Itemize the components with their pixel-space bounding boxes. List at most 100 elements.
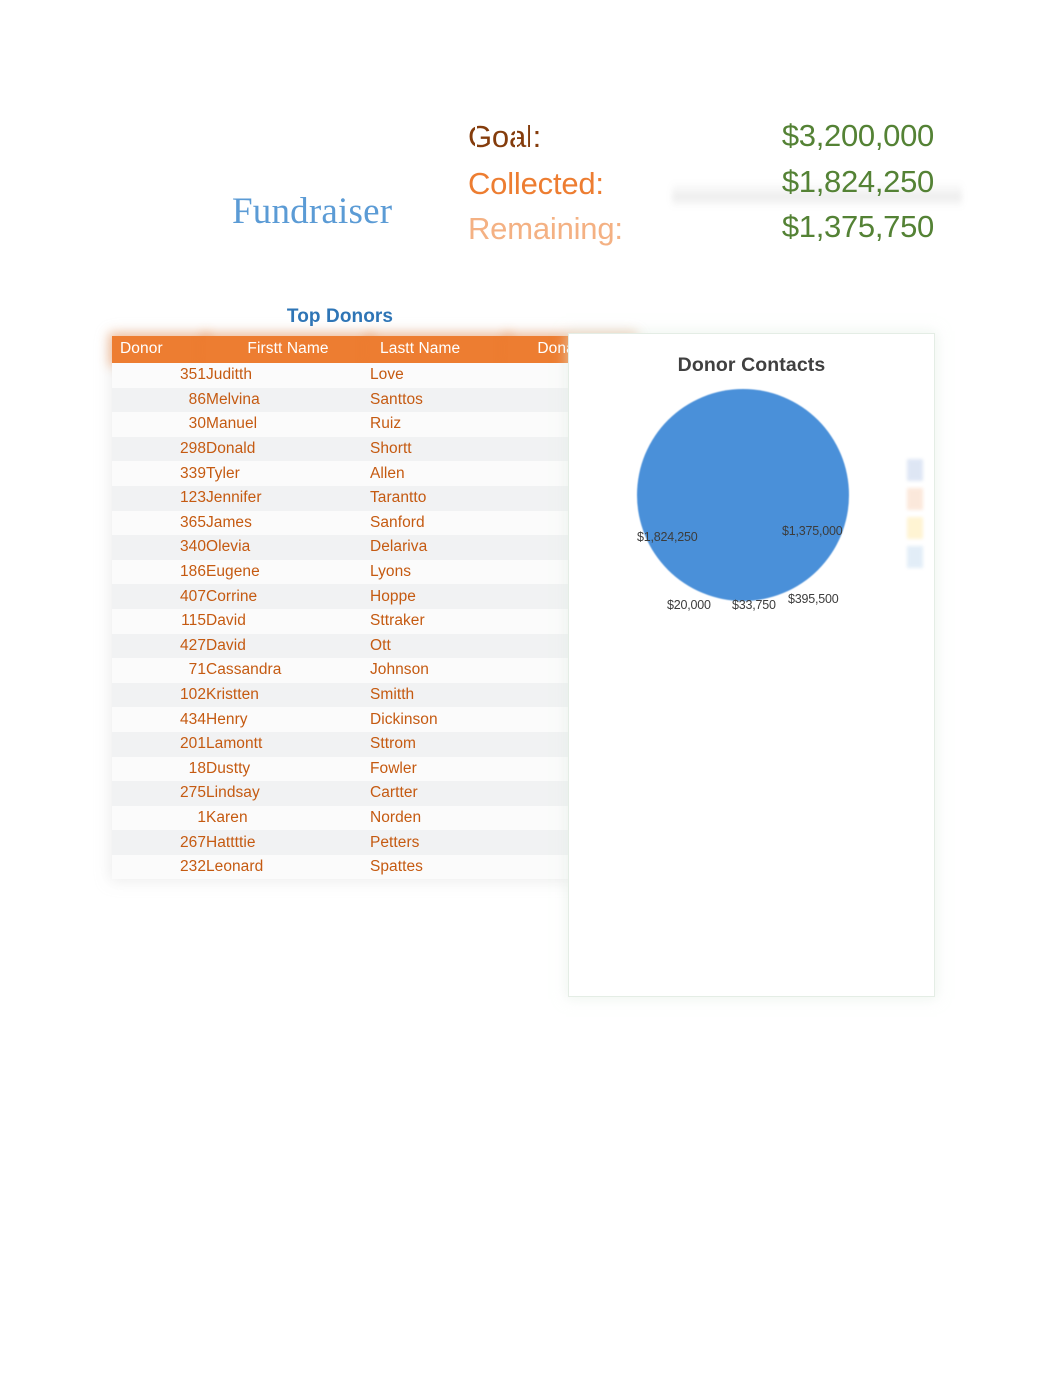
donor-id: 1: [197, 808, 206, 826]
donor-first-name: David: [206, 636, 246, 654]
donor-id: 115: [181, 612, 206, 630]
pie-label-small-b: $33,750: [732, 598, 776, 612]
table-row[interactable]: 351JuditthLove$500,000: [112, 363, 634, 388]
table-row[interactable]: 407CorrineHoppe$25,000: [112, 584, 634, 609]
goal-value: $3,200,000: [781, 118, 934, 153]
donor-id: 407: [179, 587, 206, 605]
legend-swatch-1: [907, 488, 923, 510]
table-row[interactable]: 71CassandraJohnson$10,000: [112, 658, 634, 683]
column-header-donor[interactable]: Donor: [112, 336, 206, 363]
donor-first-name: Lamontt: [206, 735, 263, 753]
donor-last-name: Sttraker: [370, 612, 425, 630]
donor-last-name: Fowler: [370, 759, 417, 777]
donor-last-name: Petters: [370, 833, 420, 851]
table-row[interactable]: 123JenniferTarantto$50,000: [112, 485, 634, 511]
donor-id: 71: [188, 661, 206, 679]
pie-chart-area: $1,824,250 $20,000 $33,750 $395,500 $1,3…: [569, 389, 934, 612]
donor-last-name: Allen: [370, 464, 405, 482]
donor-id: 30: [188, 415, 206, 433]
table-row[interactable]: 1KarenNorden$10,000: [112, 805, 634, 831]
top-donors-panel: Top Donors Donor Firstt Name Lastt Name …: [112, 306, 634, 880]
donor-first-name: Manuel: [206, 415, 258, 433]
table-row[interactable]: 232LeonardSpattes$10,000: [112, 854, 634, 880]
table-body: 351JuditthLove$500,00086MelvinaSanttos$2…: [112, 363, 634, 880]
donor-id: 340: [179, 538, 206, 556]
table-row[interactable]: 275LindsayCartter$10,000: [112, 781, 634, 806]
donor-last-name: Love: [370, 366, 404, 384]
donor-last-name: Delariva: [370, 538, 428, 556]
donor-first-name: Hattttie: [206, 833, 256, 851]
donor-first-name: David: [206, 612, 246, 630]
chart-title: Donor Contacts: [677, 354, 826, 376]
donor-last-name: Shortt: [370, 440, 412, 458]
donor-first-name: Olevia: [206, 538, 251, 556]
donor-last-name: Johnson: [370, 661, 429, 679]
table-row[interactable]: 365JamesSanford$50,000: [112, 510, 634, 536]
donor-first-name: Juditth: [206, 366, 253, 384]
donor-first-name: Jennifer: [206, 489, 262, 507]
table-row[interactable]: 298DonaldShortt$100,000: [112, 436, 634, 462]
legend-swatch-0: [907, 459, 923, 481]
donor-first-name: Donald: [206, 440, 256, 458]
column-header-first-name[interactable]: Firstt Name: [206, 336, 370, 363]
donor-first-name: Cassandra: [206, 661, 282, 679]
donor-first-name: Corrine: [206, 587, 258, 605]
table-row[interactable]: 339TylerAllen$100,000: [112, 461, 634, 486]
collected-label: Collected:: [468, 166, 604, 201]
donor-last-name: Tarantto: [370, 489, 427, 507]
donor-id: 123: [179, 489, 206, 507]
donor-id: 351: [179, 366, 206, 384]
donor-last-name: Ruiz: [370, 415, 402, 433]
donor-id: 434: [179, 710, 206, 728]
table-row[interactable]: 201LamonttSttrom$10,000: [112, 731, 634, 757]
pie-chart-graphic[interactable]: [637, 389, 849, 601]
donor-last-name: Santtos: [370, 390, 423, 408]
donor-id: 102: [179, 686, 206, 704]
remaining-value: $1,375,750: [781, 209, 934, 244]
chart-notice-clip: This chart isn't available in your versi…: [569, 634, 933, 764]
donor-id: 365: [179, 513, 206, 531]
table-row[interactable]: 434HenryDickinson$10,000: [112, 707, 634, 732]
donor-id: 86: [188, 390, 206, 408]
donor-id: 427: [179, 636, 206, 654]
pie-label-collected: $1,824,250: [637, 530, 698, 544]
donor-last-name: Spattes: [370, 858, 423, 876]
donor-id: 18: [188, 759, 206, 777]
donor-last-name: Dickinson: [370, 710, 438, 728]
donor-first-name: Tyler: [206, 464, 240, 482]
column-header-last-name[interactable]: Lastt Name: [370, 336, 508, 363]
table-row[interactable]: 115DavidSttraker$10,000: [112, 608, 634, 634]
dashboard-header: Fundraiser Goal: $3,200,000 Collected: $…: [0, 0, 1062, 290]
table-row[interactable]: 340OleviaDelariva$25,000: [112, 535, 634, 560]
table-row[interactable]: 102KristtenSmitth$10,000: [112, 682, 634, 708]
donor-first-name: Karen: [206, 808, 248, 826]
table-row[interactable]: 30ManuelRuiz$250,000: [112, 412, 634, 437]
donor-first-name: Eugene: [206, 563, 260, 581]
page-title: Fundraiser: [232, 191, 393, 232]
donor-last-name: Hoppe: [370, 587, 416, 605]
table-row[interactable]: 186EugeneLyons$25,000: [112, 559, 634, 585]
table-row[interactable]: 18DusttyFowler$10,000: [112, 756, 634, 782]
donor-id: 339: [179, 464, 206, 482]
donor-last-name: Lyons: [370, 563, 412, 581]
pie-chart-legend: [907, 459, 927, 575]
donor-id: 201: [179, 735, 206, 753]
table-row[interactable]: 86MelvinaSanttos$250,000: [112, 387, 634, 413]
pie-label-small-a: $20,000: [667, 598, 711, 612]
donor-id: 232: [179, 858, 206, 876]
donor-last-name: Sttrom: [370, 735, 416, 753]
donor-id: 267: [179, 833, 206, 851]
donor-first-name: James: [206, 513, 252, 531]
donor-first-name: Henry: [206, 710, 248, 728]
table-header-row: Donor Firstt Name Lastt Name Donattion: [112, 336, 634, 363]
table-row[interactable]: 267HattttiePetters$10,000: [112, 830, 634, 855]
collected-value: $1,824,250: [781, 164, 934, 199]
table-row[interactable]: 427DavidOtt$10,000: [112, 633, 634, 659]
pie-label-remaining: $1,375,000: [782, 524, 843, 538]
table-header: Donor Firstt Name Lastt Name Donattion: [112, 336, 634, 363]
donor-last-name: Norden: [370, 808, 422, 826]
donor-first-name: Melvina: [206, 390, 260, 408]
donor-id: 186: [179, 563, 206, 581]
donor-last-name: Ott: [370, 636, 391, 654]
legend-swatch-3: [907, 546, 923, 568]
